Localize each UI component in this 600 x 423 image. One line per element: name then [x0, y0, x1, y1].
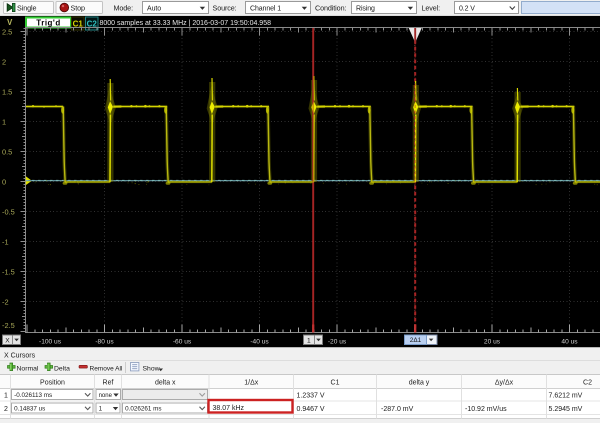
svg-text:-10.92 mV/us: -10.92 mV/us — [465, 406, 507, 413]
svg-text:X Cursors: X Cursors — [4, 353, 36, 360]
svg-text:Delta: Delta — [54, 365, 70, 372]
svg-text:Source:: Source: — [213, 3, 237, 12]
svg-text:Normal: Normal — [17, 365, 39, 372]
svg-text:Level:: Level: — [422, 3, 441, 12]
svg-text:Auto: Auto — [147, 6, 161, 13]
svg-text:-80 us: -80 us — [95, 339, 114, 346]
svg-text:delta y: delta y — [409, 380, 430, 387]
svg-text:1: 1 — [4, 393, 8, 400]
svg-text:-287.0 mV: -287.0 mV — [381, 406, 414, 413]
svg-text:-100 us: -100 us — [39, 339, 62, 346]
svg-text:Channel 1: Channel 1 — [250, 6, 281, 13]
svg-text:8000 samples at 33.33 MHz | 20: 8000 samples at 33.33 MHz | 2016-03-07 1… — [100, 20, 272, 27]
svg-text:20 us: 20 us — [484, 339, 501, 346]
svg-text:7.6212 mV: 7.6212 mV — [549, 393, 583, 400]
svg-text:-1.5: -1.5 — [2, 267, 15, 276]
svg-text:40 us: 40 us — [561, 339, 578, 346]
svg-text:-20 us: -20 us — [328, 339, 347, 346]
svg-text:0: 0 — [2, 177, 6, 186]
svg-text:2.5: 2.5 — [2, 27, 12, 36]
svg-text:C1: C1 — [331, 380, 340, 387]
svg-text:Stop: Stop — [71, 3, 85, 12]
svg-text:1.5: 1.5 — [2, 87, 12, 96]
svg-text:0.026261 ms: 0.026261 ms — [125, 406, 161, 413]
svg-text:Remove All: Remove All — [90, 365, 123, 372]
svg-text:C2: C2 — [87, 19, 98, 28]
svg-text:Trig'd: Trig'd — [36, 19, 60, 28]
svg-text:V: V — [7, 18, 13, 27]
svg-text:Rising: Rising — [356, 6, 375, 13]
svg-text:1: 1 — [2, 117, 6, 126]
svg-text:-0.5: -0.5 — [2, 207, 15, 216]
svg-text:Position: Position — [40, 380, 65, 387]
svg-text:none: none — [99, 393, 113, 399]
svg-text:Δy/Δx: Δy/Δx — [495, 380, 514, 387]
svg-text:C2: C2 — [583, 380, 592, 387]
svg-text:1.2337 V: 1.2337 V — [297, 393, 325, 400]
svg-text:Show: Show — [143, 365, 160, 372]
svg-text:-2: -2 — [2, 297, 9, 306]
svg-text:Ref: Ref — [103, 380, 114, 387]
svg-text:-0.026113 ms: -0.026113 ms — [14, 392, 52, 399]
svg-text:Condition:: Condition: — [315, 3, 346, 12]
svg-text:0.2 V: 0.2 V — [459, 6, 475, 13]
svg-text:0.5: 0.5 — [2, 147, 12, 156]
svg-text:Mode:: Mode: — [114, 3, 134, 12]
svg-text:38.07 kHz: 38.07 kHz — [213, 405, 245, 412]
svg-text:0.9467 V: 0.9467 V — [297, 406, 325, 413]
svg-text:1/Δx: 1/Δx — [244, 380, 259, 387]
svg-text:C1: C1 — [73, 19, 84, 28]
svg-text:delta x: delta x — [155, 380, 176, 387]
svg-text:0.14837 us: 0.14837 us — [14, 406, 45, 413]
svg-text:1: 1 — [99, 406, 103, 413]
svg-text:-2.5: -2.5 — [2, 321, 15, 330]
svg-text:Single: Single — [17, 3, 36, 12]
svg-text:2: 2 — [4, 406, 8, 413]
svg-text:X: X — [5, 337, 10, 344]
svg-text:2Δ1: 2Δ1 — [410, 337, 422, 344]
svg-text:2: 2 — [2, 57, 6, 66]
svg-text:-1: -1 — [2, 237, 9, 246]
svg-text:-40 us: -40 us — [250, 339, 269, 346]
svg-text:-60 us: -60 us — [173, 339, 192, 346]
svg-text:5.2945 mV: 5.2945 mV — [549, 406, 583, 413]
svg-text:1: 1 — [307, 337, 311, 344]
